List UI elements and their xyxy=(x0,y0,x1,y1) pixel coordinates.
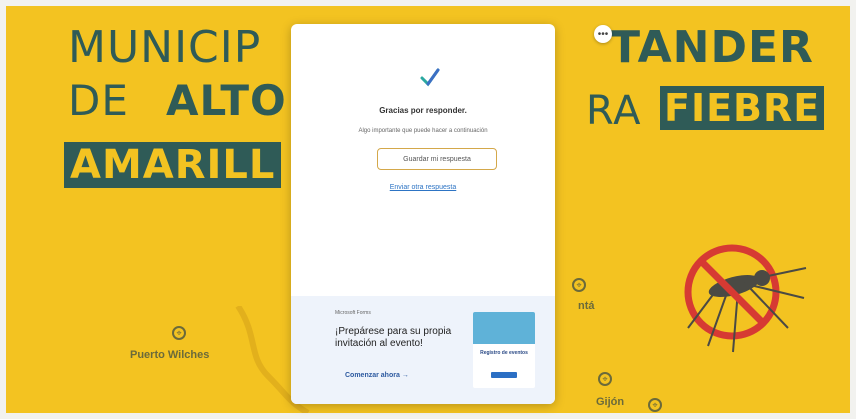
banner-headline-line1-right: TANDER xyxy=(610,22,814,73)
promo-image-button xyxy=(491,372,517,378)
place-label-gijon: Gijón xyxy=(596,396,625,408)
submit-another-response-link[interactable]: Enviar otra respuesta xyxy=(291,184,555,191)
location-pin-icon: ⌖ xyxy=(598,372,612,386)
checkmark-icon xyxy=(420,68,440,87)
location-pin-icon: ⌖ xyxy=(572,278,586,292)
banner-headline-line1-left: MUNICIP xyxy=(68,22,262,73)
promo-illustration xyxy=(473,312,535,344)
banner-headline-line2-a: DE xyxy=(68,76,129,125)
location-pin-icon: ⌖ xyxy=(172,326,186,340)
banner-headline-line2-right-a: RA xyxy=(586,88,642,134)
banner-headline-line2-b: ALTO xyxy=(166,76,287,125)
promo-brand: Microsoft Forms xyxy=(335,310,371,316)
promo-title: ¡Prepárese para su propia invitación al … xyxy=(335,326,452,349)
response-confirmation-dialog: Gracias por responder. Algo importante q… xyxy=(291,24,555,404)
arrow-right-icon: → xyxy=(401,372,409,379)
location-pin-icon: ⌖ xyxy=(648,398,662,412)
ellipsis-icon[interactable]: ••• xyxy=(594,25,612,43)
promo-cta-label: Comenzar ahora xyxy=(345,372,400,379)
promo-image: Registro de eventos xyxy=(473,312,535,388)
promo-panel: Microsoft Forms ¡Prepárese para su propi… xyxy=(291,296,555,404)
place-label-puerto-wilches: Puerto Wilches xyxy=(130,349,210,361)
promo-image-label: Registro de eventos xyxy=(480,350,528,356)
mosquito-prohibition-icon xyxy=(684,244,807,353)
banner-headline-line2-right-b: FIEBRE xyxy=(660,86,825,130)
dialog-title: Gracias por responder. xyxy=(379,106,467,115)
promo-cta-link[interactable]: Comenzar ahora → xyxy=(345,372,409,379)
save-response-button[interactable]: Guardar mi respuesta xyxy=(377,148,497,170)
banner-headline-line3: AMARILL xyxy=(64,142,282,188)
place-label-partial: ntá xyxy=(578,300,595,312)
dialog-subtitle: Algo importante que puede hacer a contin… xyxy=(358,128,488,134)
